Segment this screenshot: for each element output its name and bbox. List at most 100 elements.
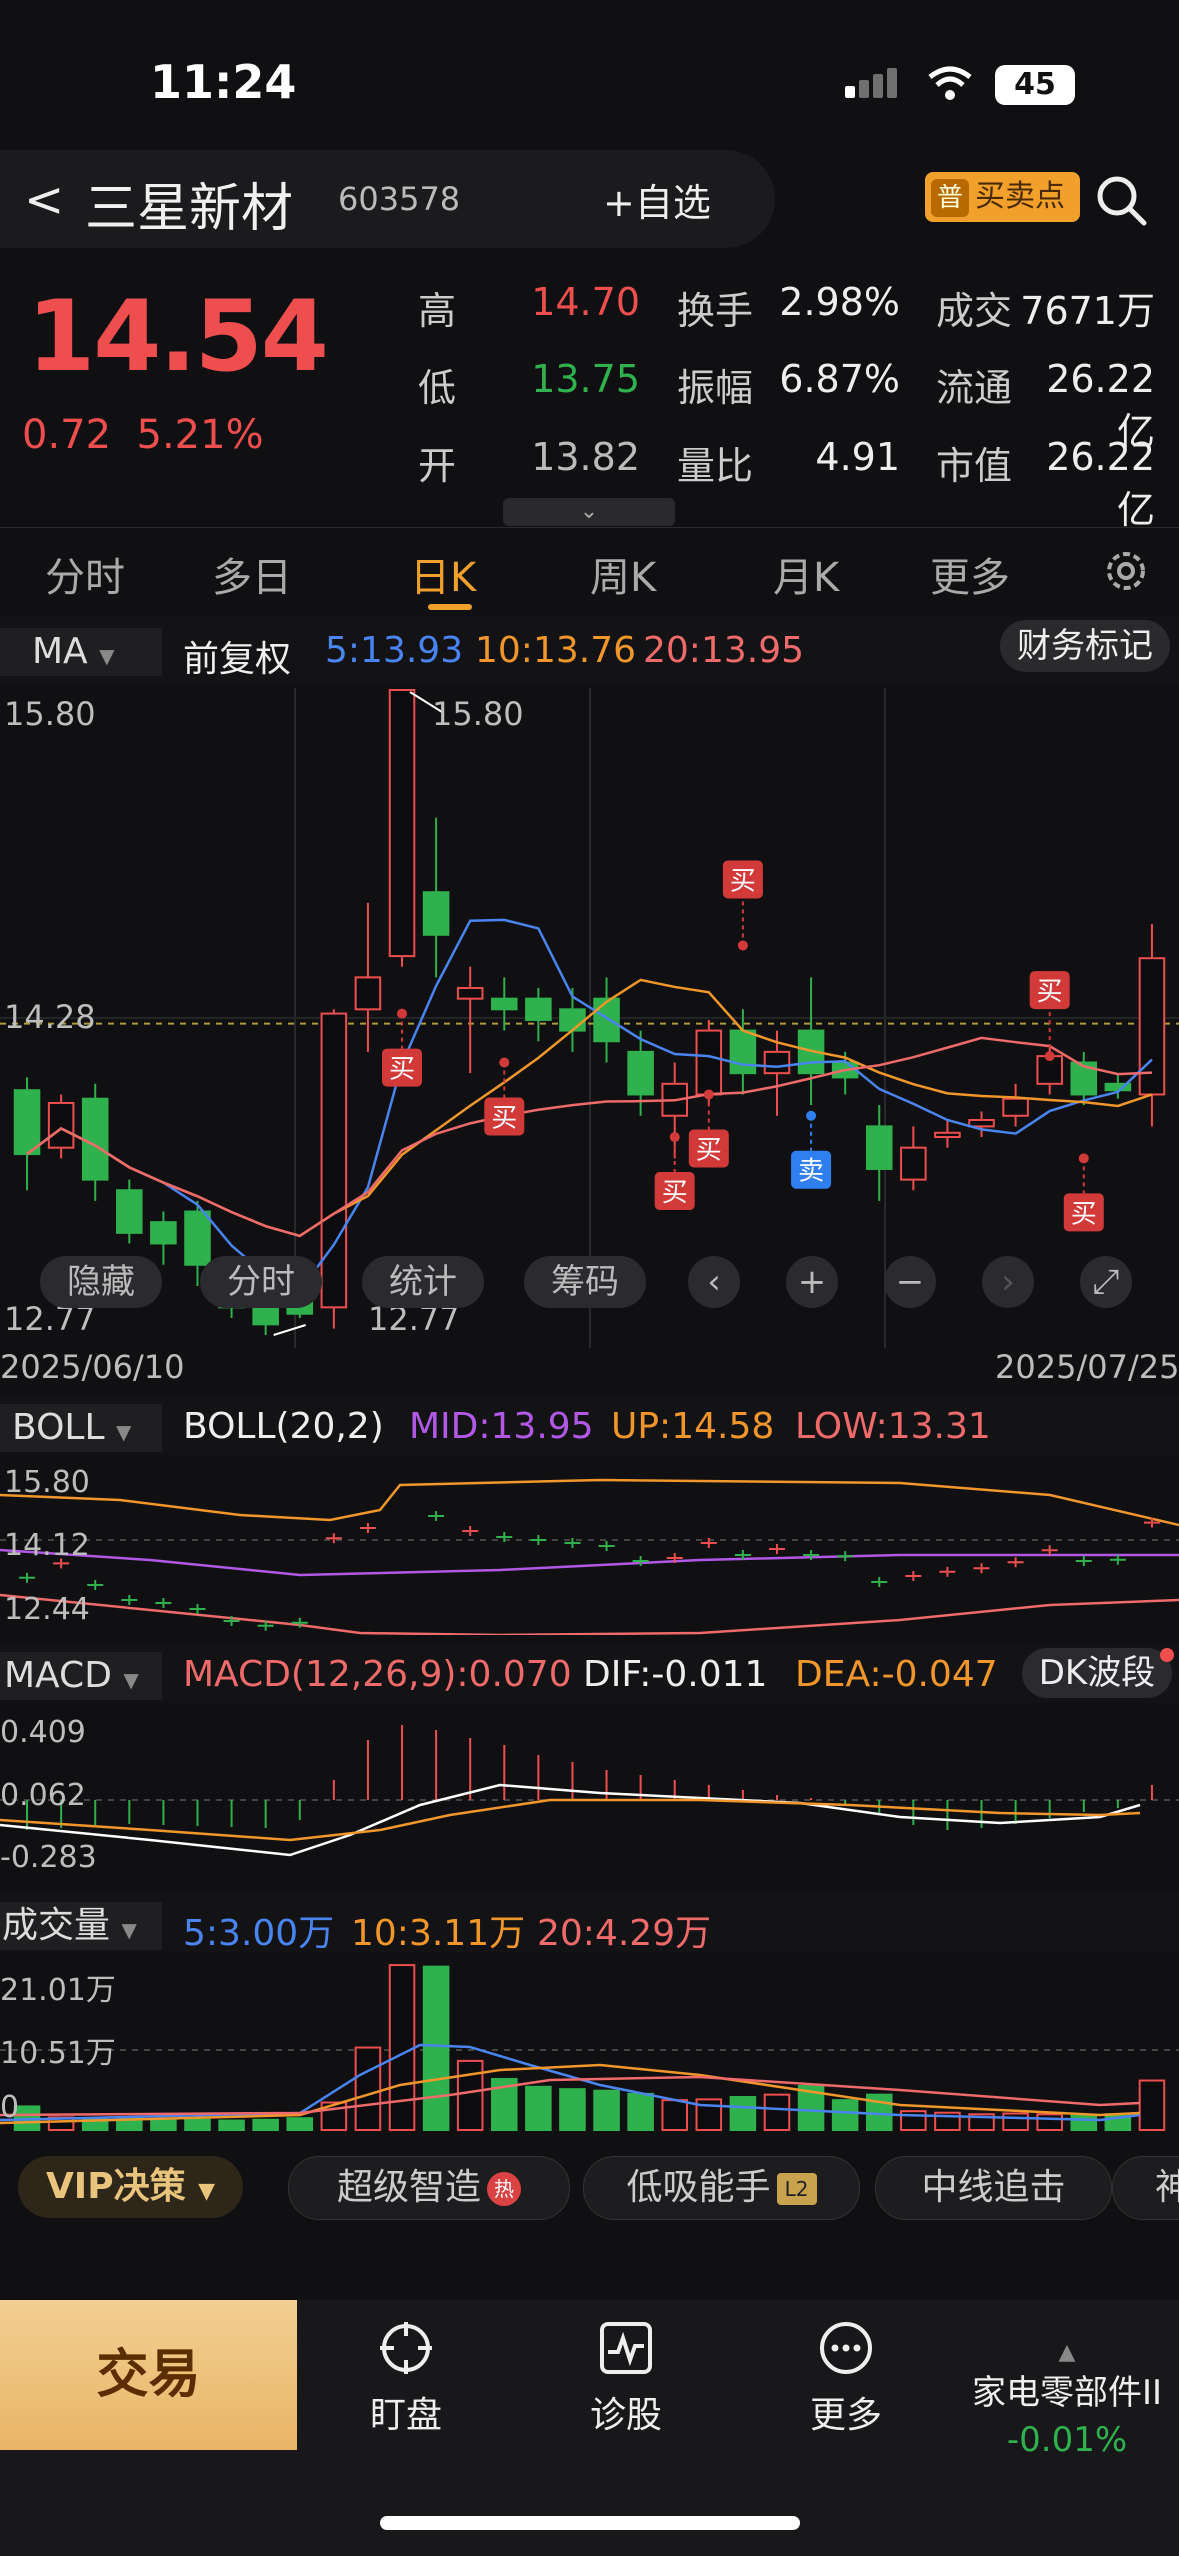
candle-body: [729, 1029, 757, 1075]
stock-name: 三星新材: [85, 179, 294, 239]
marker-dot: [1078, 1153, 1089, 1164]
high-label: 15.80: [432, 695, 524, 733]
candle-body: [968, 1119, 995, 1128]
macd-axis-mid: 0.062: [0, 1778, 86, 1813]
vol-ma10: 10:3.11万: [351, 1913, 526, 1954]
trade-button[interactable]: 交易: [0, 2300, 297, 2450]
expand-quote-button[interactable]: ⌄: [503, 498, 675, 526]
volume-bar: [763, 2093, 791, 2131]
volume-bar: [388, 1964, 416, 2131]
quote-l3-1: 流通: [936, 366, 1013, 410]
stats-button[interactable]: 统计: [362, 1256, 484, 1308]
volume-chart[interactable]: [0, 1955, 1179, 2135]
vol-axis-bottom: 0: [0, 2090, 20, 2125]
search-icon[interactable]: [1093, 172, 1149, 228]
boll-low: LOW:13.31: [795, 1406, 991, 1447]
chips-button[interactable]: 筹码: [524, 1256, 646, 1308]
quote-l1-2: 开: [418, 444, 457, 488]
volume-bar: [150, 2118, 177, 2131]
vip-decision-button[interactable]: VIP决策 ▼: [18, 2156, 243, 2218]
add-watchlist-button[interactable]: +自选: [603, 172, 711, 227]
macd-dea: DEA:-0.047: [795, 1654, 998, 1695]
boll-selector[interactable]: BOLL ▼: [0, 1404, 162, 1452]
tab-4[interactable]: 月K: [773, 545, 839, 603]
volume-selector[interactable]: 成交量 ▼: [0, 1902, 162, 1950]
tab-1[interactable]: 多日: [212, 545, 292, 603]
ma-selector[interactable]: MA ▼: [0, 628, 162, 676]
macd-param: MACD(12,26,9):0.070: [183, 1654, 572, 1695]
chip-low-buy[interactable]: 低吸能手 L2: [583, 2156, 860, 2220]
macd-selector[interactable]: MACD ▼: [0, 1652, 162, 1700]
date-end: 2025/07/25: [995, 1348, 1179, 1386]
candle-body: [354, 976, 382, 1011]
buy-sell-points-button[interactable]: 普买卖点: [925, 172, 1080, 222]
volume-bar: [1138, 2079, 1166, 2131]
marker-dot: [397, 1008, 408, 1019]
zoom-in-icon[interactable]: +: [786, 1256, 838, 1308]
tab-0[interactable]: 分时: [45, 545, 125, 603]
volume-bar: [593, 2089, 620, 2132]
prev-icon[interactable]: ‹: [688, 1256, 740, 1308]
nav-watch[interactable]: 盯盘: [316, 2320, 496, 2438]
gear-icon[interactable]: [1100, 545, 1152, 597]
volume-bar: [422, 1965, 450, 2131]
nav-diagnose[interactable]: 诊股: [536, 2320, 716, 2438]
marker-dot: [806, 1110, 817, 1121]
candle-body: [1002, 1097, 1029, 1117]
marker-label: 买: [491, 1104, 517, 1134]
quote-v1-2: 13.82: [531, 435, 640, 479]
dk-band-button[interactable]: DK波段: [1022, 1648, 1172, 1698]
quote-v2-2: 4.91: [815, 435, 900, 479]
boll-chart[interactable]: [0, 1455, 1179, 1635]
candlestick-chart[interactable]: 买买买买买卖买买: [0, 688, 1179, 1348]
candle-body: [763, 1050, 791, 1075]
macd-chart[interactable]: [0, 1705, 1179, 1885]
active-tab-indicator: [428, 604, 472, 610]
fenshi-button[interactable]: 分时: [200, 1256, 322, 1308]
marker-dot: [737, 940, 748, 951]
tab-5[interactable]: 更多: [930, 545, 1010, 603]
candle-body: [13, 1089, 41, 1156]
tab-2[interactable]: 日K: [410, 545, 476, 603]
macd-dif: DIF:-0.011: [583, 1654, 768, 1695]
volume-bar: [831, 2099, 859, 2132]
ma20-value: 20:13.95: [643, 630, 804, 671]
sector-info[interactable]: ▲ 家电零部件II -0.01%: [955, 2340, 1179, 2460]
chip-super-smart[interactable]: 超级智造热: [288, 2156, 570, 2220]
marker-label: 买: [730, 866, 756, 896]
candle-body: [491, 997, 518, 1011]
finance-mark-button[interactable]: 财务标记: [1000, 620, 1170, 672]
chip-mid-chase[interactable]: 中线追击: [875, 2156, 1112, 2220]
candle-body: [900, 1146, 927, 1181]
quote-v1-1: 13.75: [531, 357, 640, 401]
candle-body: [184, 1210, 211, 1266]
marker-dot: [499, 1057, 510, 1068]
more-icon: [820, 2322, 872, 2374]
quote-l2-1: 振幅: [677, 366, 754, 410]
quote-v3-0: 7671万: [1020, 289, 1155, 333]
quote-l1-1: 低: [418, 366, 457, 410]
stock-code: 603578: [338, 180, 461, 218]
adjust-mode[interactable]: 前复权: [183, 630, 291, 682]
nav-more[interactable]: 更多: [756, 2320, 936, 2438]
home-indicator[interactable]: [380, 2516, 800, 2530]
candle-body: [81, 1097, 109, 1181]
candle-body: [525, 997, 552, 1021]
back-icon[interactable]: <: [24, 172, 64, 228]
quote-l2-2: 量比: [677, 444, 754, 488]
sector-change: -0.01%: [1006, 2420, 1128, 2460]
chip-more[interactable]: 神: [1112, 2156, 1179, 2220]
next-icon[interactable]: ›: [982, 1256, 1034, 1308]
battery-icon: 45: [995, 65, 1075, 105]
zoom-out-icon[interactable]: −: [884, 1256, 936, 1308]
vol-ma20: 20:4.29万: [537, 1913, 712, 1954]
tab-3[interactable]: 周K: [590, 545, 656, 603]
candle-body: [456, 987, 484, 1000]
hot-icon: 热: [487, 2172, 521, 2206]
candle-body: [388, 689, 416, 958]
hide-button[interactable]: 隐藏: [40, 1256, 162, 1308]
volume-bar: [559, 2088, 586, 2132]
fullscreen-icon[interactable]: ⤢: [1080, 1256, 1132, 1308]
sector-name: 家电零部件II: [971, 2373, 1163, 2413]
quote-l2-0: 换手: [677, 289, 754, 333]
